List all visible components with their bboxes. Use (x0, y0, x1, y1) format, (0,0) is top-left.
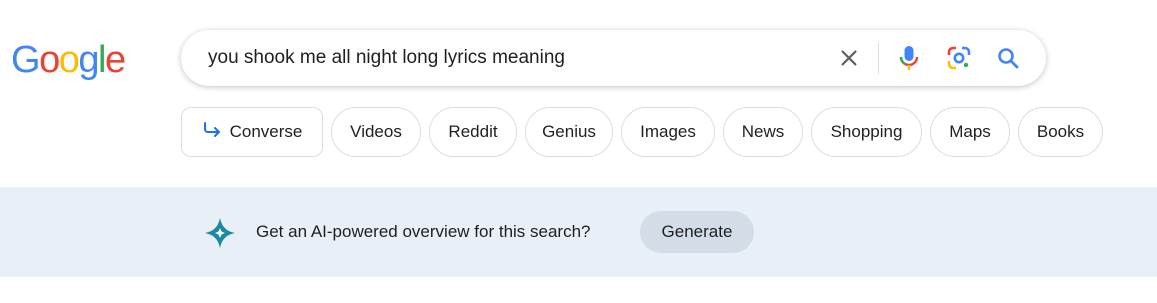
logo-letter: G (11, 39, 41, 81)
filter-chips: Converse Videos Reddit Genius Images New… (181, 107, 1103, 157)
close-icon[interactable] (835, 44, 863, 72)
converse-arrow-icon (202, 121, 222, 143)
search-icon[interactable] (994, 44, 1022, 72)
chip-genius[interactable]: Genius (525, 107, 613, 157)
chip-maps[interactable]: Maps (930, 107, 1010, 157)
generate-button[interactable]: Generate (640, 211, 754, 253)
chip-shopping[interactable]: Shopping (811, 107, 922, 157)
chip-images[interactable]: Images (621, 107, 715, 157)
search-input[interactable]: you shook me all night long lyrics meani… (208, 30, 818, 86)
microphone-icon[interactable] (895, 44, 923, 72)
ai-overview-prompt: Get an AI-powered overview for this sear… (256, 222, 591, 241)
chip-reddit[interactable]: Reddit (429, 107, 517, 157)
ai-sparkle-icon (204, 217, 236, 249)
chip-converse[interactable]: Converse (181, 107, 323, 157)
logo-letter: l (97, 39, 106, 81)
search-divider (878, 42, 879, 74)
chip-videos[interactable]: Videos (331, 107, 421, 157)
google-logo[interactable]: Google (11, 39, 126, 81)
logo-letter: o (58, 39, 80, 81)
search-box[interactable]: you shook me all night long lyrics meani… (181, 30, 1046, 86)
lens-icon[interactable] (945, 44, 973, 72)
chip-news[interactable]: News (723, 107, 803, 157)
chip-books[interactable]: Books (1018, 107, 1103, 157)
logo-letter: e (104, 39, 126, 81)
logo-letter: g (78, 39, 99, 81)
chip-label: Converse (229, 122, 303, 141)
logo-letter: o (39, 39, 60, 81)
